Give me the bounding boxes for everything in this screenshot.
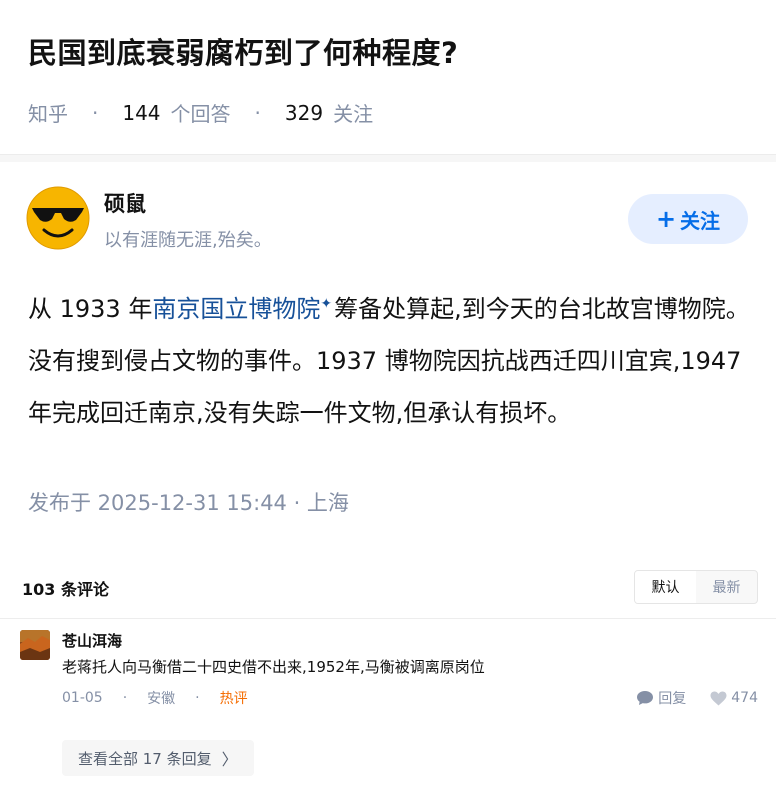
answer-content: 从 1933 年南京国立博物院✦筹备处算起,到今天的台北故宫博物院。没有搜到侵占…: [28, 278, 752, 439]
like-button[interactable]: 474: [710, 690, 758, 706]
question-title[interactable]: 民国到底衰弱腐朽到了何种程度?: [28, 30, 458, 72]
publish-info: 发布于 2025-12-31 15:44 · 上海: [28, 491, 349, 515]
answer-card: 硕鼠 以有涯随无涯,殆矣。 + 关注 从 1933 年南京国立博物院✦筹备处算起…: [0, 162, 776, 800]
sparkle-icon: ✦: [320, 296, 333, 312]
author-name[interactable]: 硕鼠: [104, 188, 146, 218]
question-card: 民国到底衰弱腐朽到了何种程度? 知乎 · 144 个回答 · 329 关注: [0, 0, 776, 155]
sort-latest-tab[interactable]: 最新: [696, 571, 757, 603]
follow-count: 329: [284, 100, 324, 125]
comment-text: 老蒋托人向马衡借二十四史借不出来,1952年,马衡被调离原岗位: [62, 658, 485, 676]
commenter-name[interactable]: 苍山洱海: [62, 630, 122, 651]
separator-dot: ·: [195, 690, 200, 706]
content-link[interactable]: 南京国立博物院: [152, 295, 320, 323]
sort-default-tab[interactable]: 默认: [635, 571, 696, 603]
content-text: 从 1933 年: [28, 295, 153, 323]
comment-count: 103 条评论: [22, 580, 109, 599]
follow-button-label: 关注: [680, 208, 721, 233]
comment-date: 01-05: [62, 690, 103, 706]
separator-dot: ·: [92, 100, 99, 125]
reply-icon: [637, 691, 654, 705]
hot-comment-badge: 热评: [219, 691, 248, 707]
follow-button[interactable]: + 关注: [628, 194, 748, 244]
view-all-label: 查看全部 17 条回复: [78, 749, 212, 768]
commenter-avatar[interactable]: [20, 630, 50, 660]
question-meta: 知乎 · 144 个回答 · 329 关注: [28, 98, 373, 127]
answer-count: 144: [122, 100, 161, 125]
reply-label: 回复: [658, 691, 687, 707]
divider: [0, 618, 776, 619]
like-count: 474: [731, 690, 758, 706]
reply-button[interactable]: 回复: [636, 688, 686, 708]
comment-actions: 回复 474: [612, 688, 758, 708]
plus-icon: +: [655, 205, 677, 233]
comment-location: 安徽: [147, 691, 176, 707]
comments-header: 103 条评论 默认 最新: [0, 564, 776, 618]
site-name[interactable]: 知乎: [28, 98, 68, 127]
heart-icon: [710, 691, 727, 705]
view-all-replies-button[interactable]: 查看全部 17 条回复 〉: [62, 740, 254, 776]
chevron-right-icon: 〉: [221, 750, 238, 769]
author-bio: 以有涯随无涯,殆矣。: [104, 230, 272, 251]
separator-dot: ·: [122, 690, 128, 706]
follow-count-label: 关注: [333, 102, 374, 126]
comment-meta: 01-05 · 安徽 · 热评: [62, 688, 248, 708]
separator-dot: ·: [254, 100, 261, 125]
answer-count-label: 个回答: [170, 102, 231, 126]
author-avatar[interactable]: [26, 186, 90, 250]
comment-sort-tabs: 默认 最新: [634, 570, 758, 604]
